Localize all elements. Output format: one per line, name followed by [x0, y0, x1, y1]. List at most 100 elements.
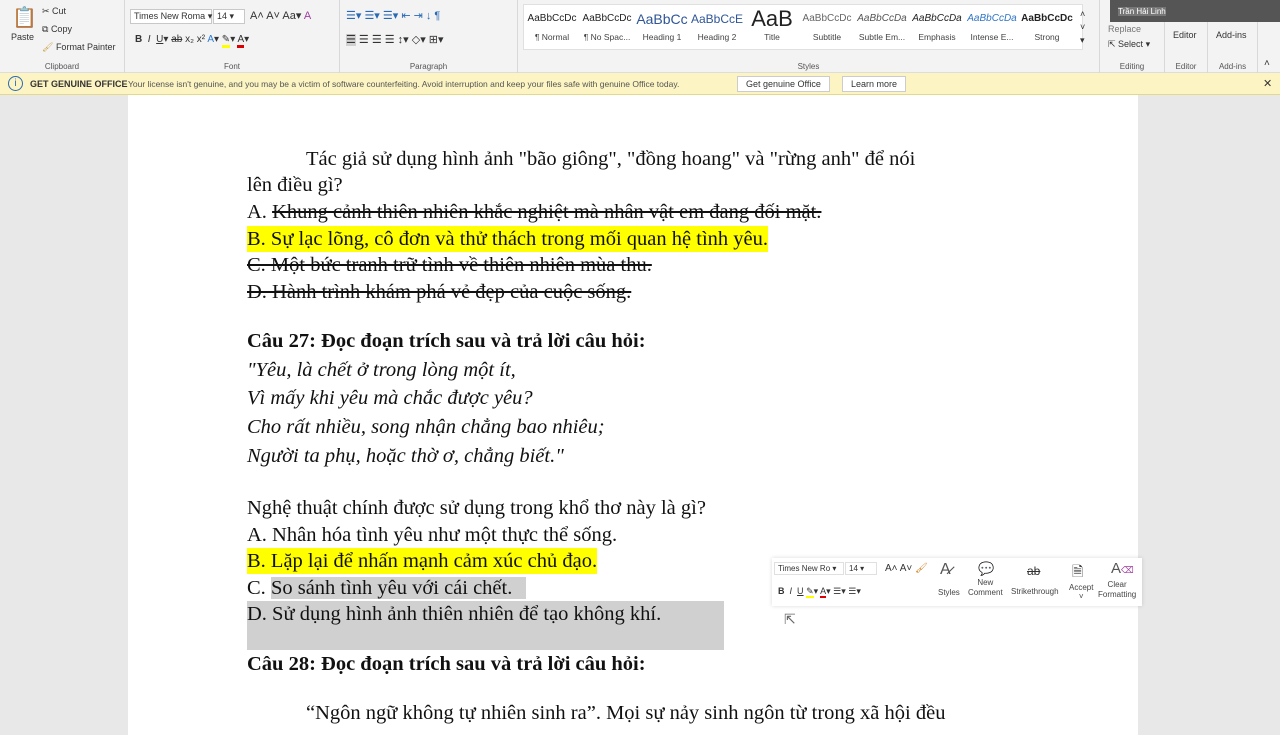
clipboard-group: 📋 Paste ✂ Cut ⧉ Copy 🖌 Format Painter Cl…	[0, 0, 125, 73]
poem-line: "Yêu, là chết ở trong lòng một ít,	[247, 359, 516, 381]
accept-label: Accept	[1069, 583, 1094, 592]
q26-question-line1: Tác giả sử dụng hình ảnh "bão giông", "đ…	[306, 148, 916, 170]
info-icon: i	[8, 76, 23, 91]
style-name: Intense E...	[970, 32, 1014, 42]
collapse-ribbon-icon[interactable]: ˄	[1264, 58, 1270, 69]
paste-button[interactable]: Paste	[11, 32, 34, 42]
clear-formatting-button[interactable]: Clear Formatting	[1098, 580, 1136, 600]
style-intense-emphasis[interactable]: AaBbCcDa Intense E...	[965, 10, 1019, 42]
strikethrough-button[interactable]: Strikethrough	[1011, 587, 1059, 596]
poem-line: Vì mấy khi yêu mà chắc được yêu?	[247, 387, 533, 409]
get-genuine-office-button[interactable]: Get genuine Office	[737, 76, 830, 92]
style-title[interactable]: AaB Title	[745, 10, 799, 42]
style-preview: AaBbCcDa	[967, 13, 1017, 24]
font-size-value: 14	[217, 11, 228, 21]
style-subtitle[interactable]: AaBbCcDc Subtitle	[800, 10, 854, 42]
paste-icon[interactable]: 📋	[12, 5, 37, 30]
ribbon: 📋 Paste ✂ Cut ⧉ Copy 🖌 Format Painter Cl…	[0, 0, 1280, 73]
grow-font-icon[interactable]: A˄ A˅ Aa▾ A	[250, 9, 311, 22]
editor-button[interactable]: Editor	[1173, 30, 1197, 40]
font-size-select[interactable]: 14 ▾	[213, 9, 245, 24]
style-subtle-emphasis[interactable]: AaBbCcDa Subtle Em...	[855, 10, 909, 42]
banner-title: GET GENUINE OFFICE	[30, 79, 128, 89]
cursor-icon: ⇱	[1108, 39, 1119, 49]
mini-font-value: Times New Ro	[778, 564, 831, 573]
genuine-office-banner: i GET GENUINE OFFICE Your license isn't …	[0, 73, 1280, 95]
style-normal[interactable]: AaBbCcDc ¶ Normal	[525, 10, 579, 42]
editing-label: Editing	[1119, 62, 1145, 71]
webcam-name: Trần Hải Linh	[1118, 7, 1166, 16]
style-preview: AaBbCcDc	[802, 13, 852, 24]
style-name: Emphasis	[918, 32, 956, 42]
poem-line: Cho rất nhiều, song nhận chẳng bao nhiêu…	[247, 416, 605, 438]
mini-grow-shrink-icons[interactable]: A˄ A˅ 🖌	[885, 563, 928, 574]
clear-formatting-icon[interactable]: A⌫	[1111, 560, 1134, 577]
mini-size-select[interactable]: 14 ▾	[845, 562, 877, 575]
style-name: Title	[764, 32, 780, 42]
style-no-spacing[interactable]: AaBbCcDc ¶ No Spac...	[580, 10, 634, 42]
editor-label: Editor	[1175, 62, 1197, 71]
mouse-cursor-icon: ⇱	[784, 611, 796, 627]
learn-more-button[interactable]: Learn more	[842, 76, 907, 92]
style-preview: AaBbCcDc	[1021, 13, 1073, 24]
brush-icon: 🖌	[42, 42, 56, 52]
font-label: Font	[223, 62, 240, 71]
mini-font-select[interactable]: Times New Ro ▾	[774, 562, 844, 575]
addins-label: Add-ins	[1218, 62, 1247, 71]
select-button[interactable]: ⇱ Select ▾	[1108, 39, 1150, 50]
clear-label-2: Formatting	[1098, 590, 1137, 599]
option-prefix: A.	[247, 201, 273, 223]
accept-button[interactable]: Accept ˅	[1069, 583, 1093, 601]
q27-question: Nghệ thuật chính được sử dụng trong khổ …	[247, 497, 706, 519]
strikethrough-icon[interactable]: ab	[1027, 564, 1040, 578]
style-name: Subtle Em...	[858, 32, 906, 42]
format-painter-button[interactable]: 🖌 Format Painter	[42, 42, 115, 53]
align-icons[interactable]: ☰ ☰ ☰ ☰ ↕▾ ◇▾ ⊞▾	[346, 33, 444, 46]
font-name-select[interactable]: Times New Roma ▾	[130, 9, 212, 24]
style-strong[interactable]: AaBbCcDc Strong	[1020, 10, 1074, 42]
q26-option-d: D. Hành trình khám phá vẻ đẹp của cuộc s…	[247, 281, 632, 303]
style-name: Subtitle	[812, 32, 842, 42]
style-emphasis[interactable]: AaBbCcDa Emphasis	[910, 10, 964, 42]
copy-icon: ⧉	[42, 24, 51, 34]
styles-label: Styles	[797, 62, 820, 71]
q28-line1: “Ngôn ngữ không tự nhiên sinh ra”. Mọi s…	[306, 702, 946, 724]
style-preview: AaBbCcDc	[582, 13, 632, 24]
style-preview: AaBbCcDa	[912, 13, 962, 24]
style-preview: AaB	[751, 10, 793, 28]
style-name: Strong	[1034, 32, 1060, 42]
cut-label: Cut	[52, 6, 67, 16]
font-group: Times New Roma ▾ 14 ▾ A˄ A˅ Aa▾ A B I U▾…	[125, 0, 340, 73]
font-name-value: Times New Roma	[134, 11, 206, 21]
q28-title: Câu 28: Đọc đoạn trích sau và trả lời câ…	[247, 653, 646, 675]
style-name: ¶ No Spac...	[583, 32, 631, 42]
list-icons[interactable]: ☰▾ ☰▾ ☰▾ ⇤ ⇥ ↓ ¶	[346, 9, 440, 22]
style-preview: AaBbCc	[636, 11, 688, 27]
q27-option-b: B. Lặp lại để nhấn mạnh cảm xúc chủ đạo.	[247, 548, 598, 574]
styles-icon[interactable]: A̷	[940, 561, 951, 579]
cut-button[interactable]: ✂ Cut	[42, 6, 66, 17]
mini-toolbar: Times New Ro ▾ 14 ▾ A˄ A˅ 🖌 B I U ✎▾ A▾ …	[772, 558, 1142, 606]
font-format-icons[interactable]: B I U▾ ab x₂ x² A▾ ✎▾ A▾	[135, 34, 249, 48]
addins-button[interactable]: Add-ins	[1216, 30, 1247, 40]
style-heading-1[interactable]: AaBbCc Heading 1	[635, 10, 689, 42]
q27-option-a: A. Nhân hóa tình yêu như một thực thể số…	[247, 524, 618, 546]
close-banner-icon[interactable]: ✕	[1263, 73, 1272, 95]
new-comment-icon[interactable]: 💬	[978, 561, 994, 577]
q26-option-b: B. Sự lạc lõng, cô đơn và thử thách tron…	[247, 226, 768, 252]
new-comment-button[interactable]: New Comment	[968, 578, 1003, 598]
accept-icon[interactable]: 🗎	[1072, 561, 1083, 585]
new-comment-label-1: New	[977, 578, 994, 587]
q26-question-line2: lên điều gì?	[247, 174, 343, 196]
style-heading-2[interactable]: AaBbCcE Heading 2	[690, 10, 744, 42]
style-preview: AaBbCcE	[690, 12, 744, 26]
copy-button[interactable]: ⧉ Copy	[42, 24, 72, 35]
q27-title: Câu 27: Đọc đoạn trích sau và trả lời câ…	[247, 330, 646, 352]
q26-option-a: A. Khung cảnh thiên nhiên khắc nghiệt mà…	[247, 199, 821, 225]
mini-styles-button[interactable]: Styles	[938, 588, 960, 597]
style-name: Heading 1	[642, 32, 682, 42]
q27-option-d: D. Sử dụng hình ảnh thiên nhiên để tạo k…	[247, 603, 662, 625]
replace-button[interactable]: Replace	[1108, 24, 1141, 34]
styles-scroll-icons[interactable]: ˄ ˅ ▾	[1080, 8, 1085, 47]
mini-format-icons[interactable]: B I U ✎▾ A▾ ☰▾ ☰▾	[778, 586, 861, 598]
